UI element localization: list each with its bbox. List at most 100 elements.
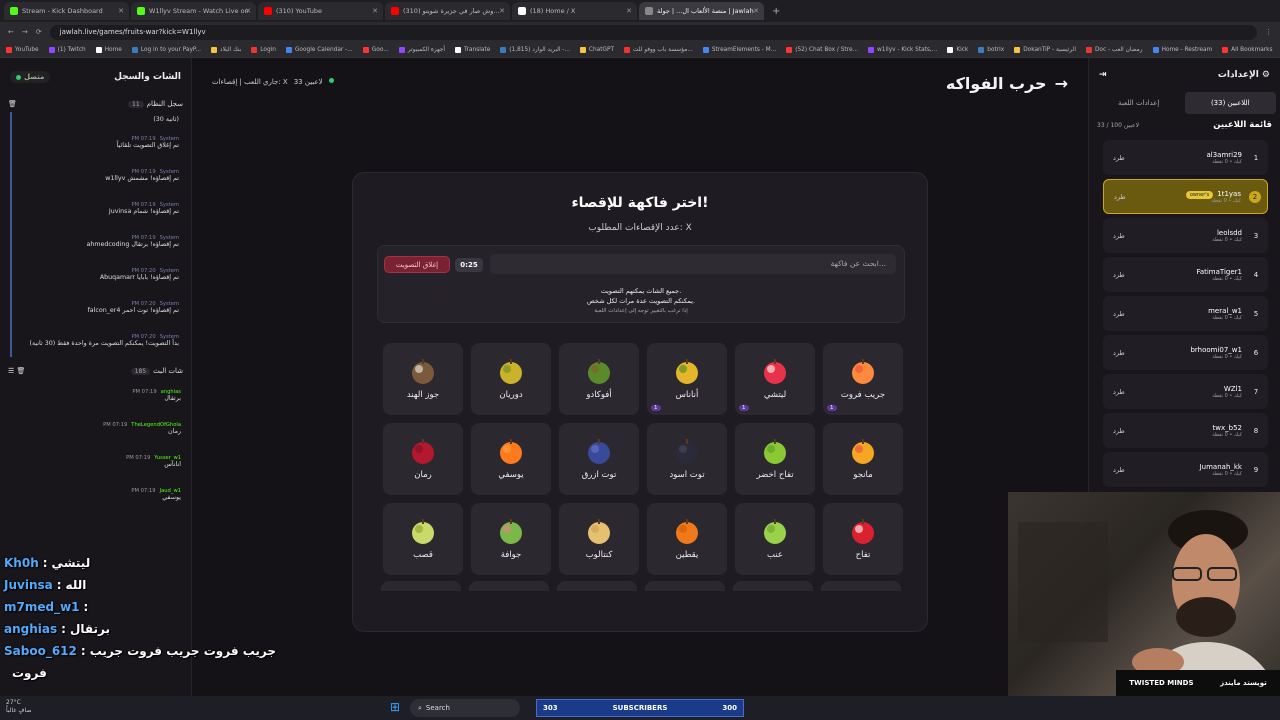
kick-player-button[interactable]: طرد: [1113, 388, 1125, 396]
fruit-option[interactable]: تفاح اخضر: [735, 423, 815, 495]
tab-game-settings[interactable]: إعدادات اللعبة: [1093, 92, 1185, 114]
new-tab-button[interactable]: +: [766, 6, 786, 17]
fruit-option[interactable]: عنب: [735, 503, 815, 575]
bookmark-item[interactable]: Doc - رمضان الغب: [1085, 46, 1143, 53]
message-text: ahmedcoding تم إقصاؤه! برتقال: [86, 241, 179, 248]
fruit-label: أناناس: [675, 390, 699, 400]
fruit-grid: جريب فروت 1 ليتشي 1 أناناس 1 أفوكادو دوريان جوز …: [381, 343, 903, 575]
tab-players[interactable]: اللاعبين (33): [1184, 92, 1276, 114]
bookmark-icon: [251, 46, 258, 53]
bookmark-item[interactable]: (52) Chat Box / Stre...: [786, 46, 858, 53]
system-log-list[interactable]: (30 ثانية) PM 07:19 System تم إغلاق التصويت…: [0, 112, 191, 357]
bookmark-item[interactable]: Home - Restream: [1152, 46, 1212, 53]
bookmark-item[interactable]: YouTube: [6, 46, 39, 53]
kick-player-button[interactable]: طرد: [1113, 232, 1125, 240]
fruit-option[interactable]: جوافة: [471, 503, 551, 575]
close-tab-icon[interactable]: ✕: [499, 7, 505, 15]
fruit-label: توت اسود: [669, 470, 705, 480]
bookmark-item[interactable]: Kick: [947, 46, 968, 53]
browser-tab[interactable]: (310) وش صار في جزيرة شويتو... ✕: [385, 2, 510, 20]
close-tab-icon[interactable]: ✕: [372, 7, 378, 15]
browser-tab[interactable]: (310) YouTube ✕: [258, 2, 383, 20]
player-name: al3amri29: [1206, 150, 1242, 159]
fruit-search-input[interactable]: ابحث عن فاكهة...: [490, 254, 896, 274]
windows-start-icon[interactable]: ⊞: [390, 700, 400, 714]
bookmark-item[interactable]: بنك البلاد: [211, 46, 241, 53]
browser-tab[interactable]: Stream - Kick Dashboard ✕: [4, 2, 129, 20]
extensions-icon[interactable]: ⋮: [1265, 28, 1272, 36]
fruit-option[interactable]: كنتالوب: [559, 503, 639, 575]
bookmark-item[interactable]: (1) Twitch: [48, 46, 86, 53]
trash-icon[interactable]: 🗑: [8, 100, 17, 108]
browser-tab[interactable]: (18) Home / X ✕: [512, 2, 637, 20]
close-vote-button[interactable]: إغلاق التصويت: [384, 256, 450, 273]
close-tab-icon[interactable]: ✕: [245, 7, 251, 15]
fruit-option[interactable]: يوسفي: [471, 423, 551, 495]
bookmark-item[interactable]: StreamElements - M...: [702, 46, 776, 53]
green-apple-icon: [761, 438, 789, 466]
close-tab-icon[interactable]: ✕: [626, 7, 632, 15]
player-row: طرد leolsdd كيك • 0 نقطة 3: [1103, 218, 1268, 253]
close-tab-icon[interactable]: ✕: [753, 7, 759, 15]
bookmark-item[interactable]: Google Calendar -...: [285, 46, 353, 53]
kick-player-button[interactable]: طرد: [1113, 271, 1125, 279]
fruit-option[interactable]: توت ازرق: [559, 423, 639, 495]
fruit-option[interactable]: تفاح: [823, 503, 903, 575]
fruit-option[interactable]: توت اسود: [647, 423, 727, 495]
bookmark-icon: [131, 46, 138, 53]
bookmark-item[interactable]: botrix: [978, 46, 1004, 53]
bookmark-item[interactable]: Home: [95, 46, 122, 53]
bookmark-item[interactable]: مؤسسة باب ووفو للت...: [624, 46, 693, 53]
fruit-option[interactable]: يقطين: [647, 503, 727, 575]
bookmark-item[interactable]: أجهزة الكمبيوتر: [398, 46, 445, 53]
fruit-option[interactable]: أناناس 1: [647, 343, 727, 415]
bookmark-item[interactable]: Login: [251, 46, 276, 53]
kick-player-button[interactable]: طرد: [1113, 349, 1125, 357]
kick-player-button[interactable]: طرد: [1113, 466, 1125, 474]
system-message: (30 ثانية): [10, 112, 185, 126]
player-info: WZl1 كيك • 0 نقطة: [1125, 385, 1242, 399]
kick-player-button[interactable]: طرد: [1114, 193, 1126, 201]
arrow-right-icon[interactable]: →: [1055, 74, 1068, 93]
system-log-count: 11: [128, 101, 144, 108]
back-icon[interactable]: ←: [8, 28, 14, 36]
fruit-option[interactable]: جريب فروت 1: [823, 343, 903, 415]
chat-list[interactable]: PM 07:19 anghias برتقال PM 07:19 TheLegendOf…: [0, 379, 191, 511]
reload-icon[interactable]: ⟳: [36, 28, 42, 36]
system-message: PM 07:19 System تم إغلاق التصويت تلقائياً: [10, 126, 185, 159]
fruit-label: قصب: [413, 550, 433, 560]
fruit-option[interactable]: جوز الهند: [383, 343, 463, 415]
bookmark-item[interactable]: (1,815) البريد الوارد -...: [500, 46, 570, 53]
url-input[interactable]: jawlah.live/games/fruits-war?kick=W1llyv: [49, 24, 1257, 40]
fruit-option[interactable]: قصب: [383, 503, 463, 575]
bookmark-item[interactable]: All Bookmarks: [1222, 46, 1273, 53]
player-rank: 6: [1253, 348, 1259, 357]
forward-icon[interactable]: →: [22, 28, 28, 36]
bookmark-item[interactable]: Translate: [454, 46, 490, 53]
weather-widget[interactable]: 27°C صافٍ غالباً: [6, 699, 31, 715]
kick-player-button[interactable]: طرد: [1113, 427, 1125, 435]
fruit-option[interactable]: رمان: [383, 423, 463, 495]
bookmark-item[interactable]: DokanTiP - الرئيسية: [1014, 46, 1076, 53]
browser-tab-active[interactable]: منصة الألعاب ال... | جولة | Jawlah ✕: [639, 2, 764, 20]
player-row: طرد brhoomi07_w1 كيك • 0 نقطة 6: [1103, 335, 1268, 370]
bookmark-item[interactable]: Log in to your PayP...: [131, 46, 201, 53]
fruit-option[interactable]: ليتشي 1: [735, 343, 815, 415]
fruit-option[interactable]: دوريان: [471, 343, 551, 415]
collapse-panel-icon[interactable]: ⇥: [1099, 70, 1107, 80]
fruit-option[interactable]: مانجو: [823, 423, 903, 495]
bookmark-item[interactable]: Goo...: [362, 46, 389, 53]
taskbar-search[interactable]: ⌕ Search: [410, 699, 520, 717]
bookmark-item[interactable]: w1llyv - Kick Stats,...: [868, 46, 937, 53]
kick-player-button[interactable]: طرد: [1113, 154, 1125, 162]
kick-player-button[interactable]: طرد: [1113, 310, 1125, 318]
player-name: FatimaTiger1: [1196, 267, 1242, 276]
close-tab-icon[interactable]: ✕: [118, 7, 124, 15]
player-row: طرد Jumanah_kk كيك • 0 نقطة 9: [1103, 452, 1268, 487]
fruit-option[interactable]: أفوكادو: [559, 343, 639, 415]
bookmark-item[interactable]: ChatGPT: [579, 46, 614, 53]
trash-icon[interactable]: ☰ 🗑: [8, 367, 25, 375]
player-name: twx_b52: [1212, 423, 1242, 432]
player-list[interactable]: طرد al3amri29 كيك • 0 نقطة 1 طرد owner's 1t1ya…: [1089, 140, 1280, 487]
browser-tab[interactable]: W1llyv Stream - Watch Live on ✕: [131, 2, 256, 20]
